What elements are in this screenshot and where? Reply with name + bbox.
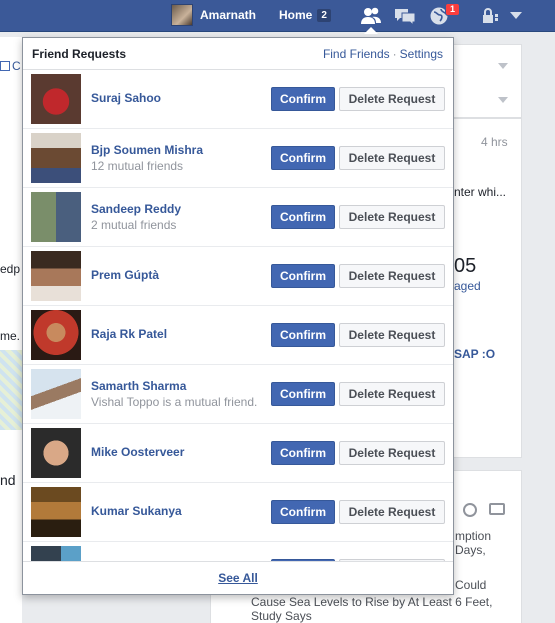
delete-request-button[interactable]: Delete Request: [339, 500, 445, 524]
left-fragment-edp: edp: [0, 262, 21, 276]
friend-request-row: Prem Gúptà Confirm Delete Request: [23, 247, 453, 306]
friend-request-list: Suraj Sahoo Confirm Delete Request Bjp S…: [23, 70, 453, 563]
delete-request-button[interactable]: Delete Request: [339, 87, 445, 111]
right-card-1: [454, 44, 522, 118]
right-card-2: 4 hrs nter whi... 05 aged SAP :O: [454, 118, 522, 458]
home-count-badge: 2: [317, 8, 331, 22]
friend-request-row: Confirm Delete Request: [23, 542, 453, 563]
privacy-shortcuts-icon[interactable]: [480, 5, 504, 27]
requester-photo[interactable]: [31, 310, 81, 360]
requester-photo[interactable]: [31, 369, 81, 419]
left-fragment-c: C: [12, 59, 21, 73]
requester-photo[interactable]: [31, 487, 81, 537]
friend-request-row: Kumar Sukanya Confirm Delete Request: [23, 483, 453, 542]
asap-text: SAP :O: [454, 347, 496, 361]
engaged-text: aged: [454, 279, 481, 293]
news-fragment-2: Days,: [455, 543, 486, 557]
friend-request-row: Raja Rk Patel Confirm Delete Request: [23, 306, 453, 365]
home-link[interactable]: Home 2: [279, 8, 331, 22]
delete-request-button[interactable]: Delete Request: [339, 205, 445, 229]
profile-name: Amarnath: [200, 8, 257, 22]
confirm-button[interactable]: Confirm: [271, 500, 335, 524]
delete-request-button[interactable]: Delete Request: [339, 264, 445, 288]
flyout-footer: See All: [23, 561, 453, 594]
post-snippet: nter whi...: [454, 185, 507, 199]
delete-request-button[interactable]: Delete Request: [339, 382, 445, 406]
news-fragment-3: Could: [455, 578, 487, 592]
video-icon: [489, 503, 505, 515]
friend-request-row: Samarth Sharma Vishal Toppo is a mutual f…: [23, 365, 453, 424]
account-menu-chevron-down-icon[interactable]: [504, 5, 528, 27]
friend-request-row: Suraj Sahoo Confirm Delete Request: [23, 70, 453, 129]
delete-request-button[interactable]: Delete Request: [339, 323, 445, 347]
requester-photo[interactable]: [31, 428, 81, 478]
flyout-header-links: Find Friends · Settings: [323, 47, 443, 61]
notification-count-badge: 1: [445, 3, 461, 16]
big-number: 05: [454, 255, 477, 277]
requester-photo[interactable]: [31, 133, 81, 183]
confirm-button[interactable]: Confirm: [271, 87, 335, 111]
requester-photo[interactable]: [31, 192, 81, 242]
requester-photo[interactable]: [31, 251, 81, 301]
messages-icon[interactable]: [393, 5, 417, 27]
left-column-item: C: [0, 57, 22, 75]
left-fragment-nd: nd: [0, 472, 16, 488]
find-friends-link[interactable]: Find Friends: [323, 47, 390, 61]
post-time: 4 hrs: [481, 135, 508, 149]
friend-request-row: Sandeep Reddy 2 mutual friends Confirm De…: [23, 188, 453, 247]
left-fragment-me: me.: [0, 329, 21, 343]
friend-request-row: Mike Oosterveer Confirm Delete Request: [23, 424, 453, 483]
confirm-button[interactable]: Confirm: [271, 264, 335, 288]
friend-requests-icon[interactable]: [359, 5, 383, 27]
requester-photo[interactable]: [31, 74, 81, 124]
map-thumbnail: [0, 350, 22, 430]
see-all-link[interactable]: See All: [218, 571, 258, 585]
confirm-button[interactable]: Confirm: [271, 146, 335, 170]
confirm-button[interactable]: Confirm: [271, 205, 335, 229]
soccer-icon: [463, 503, 477, 517]
confirm-button[interactable]: Confirm: [271, 382, 335, 406]
link-separator: ·: [392, 46, 397, 61]
flyout-caret: [364, 27, 378, 34]
news-fragment-5: Study Says: [251, 609, 312, 623]
avatar: [171, 4, 193, 26]
friend-request-row: Bjp Soumen Mishra 12 mutual friends Confi…: [23, 129, 453, 188]
delete-request-button[interactable]: Delete Request: [339, 146, 445, 170]
news-fragment-1: mption: [455, 529, 492, 543]
profile-link[interactable]: Amarnath: [171, 4, 256, 26]
settings-link[interactable]: Settings: [400, 47, 443, 61]
friend-requests-flyout: Friend Requests Find Friends · Settings Su…: [22, 37, 454, 595]
top-navigation-bar: Amarnath Home 2 1: [0, 0, 555, 32]
flyout-header: Friend Requests Find Friends · Settings: [23, 38, 453, 70]
flyout-title: Friend Requests: [32, 46, 127, 61]
home-label: Home: [279, 8, 313, 22]
confirm-button[interactable]: Confirm: [271, 441, 335, 465]
news-fragment-4: Cause Sea Levels to Rise by At Least 6 F…: [251, 595, 493, 609]
confirm-button[interactable]: Confirm: [271, 323, 335, 347]
delete-request-button[interactable]: Delete Request: [339, 441, 445, 465]
